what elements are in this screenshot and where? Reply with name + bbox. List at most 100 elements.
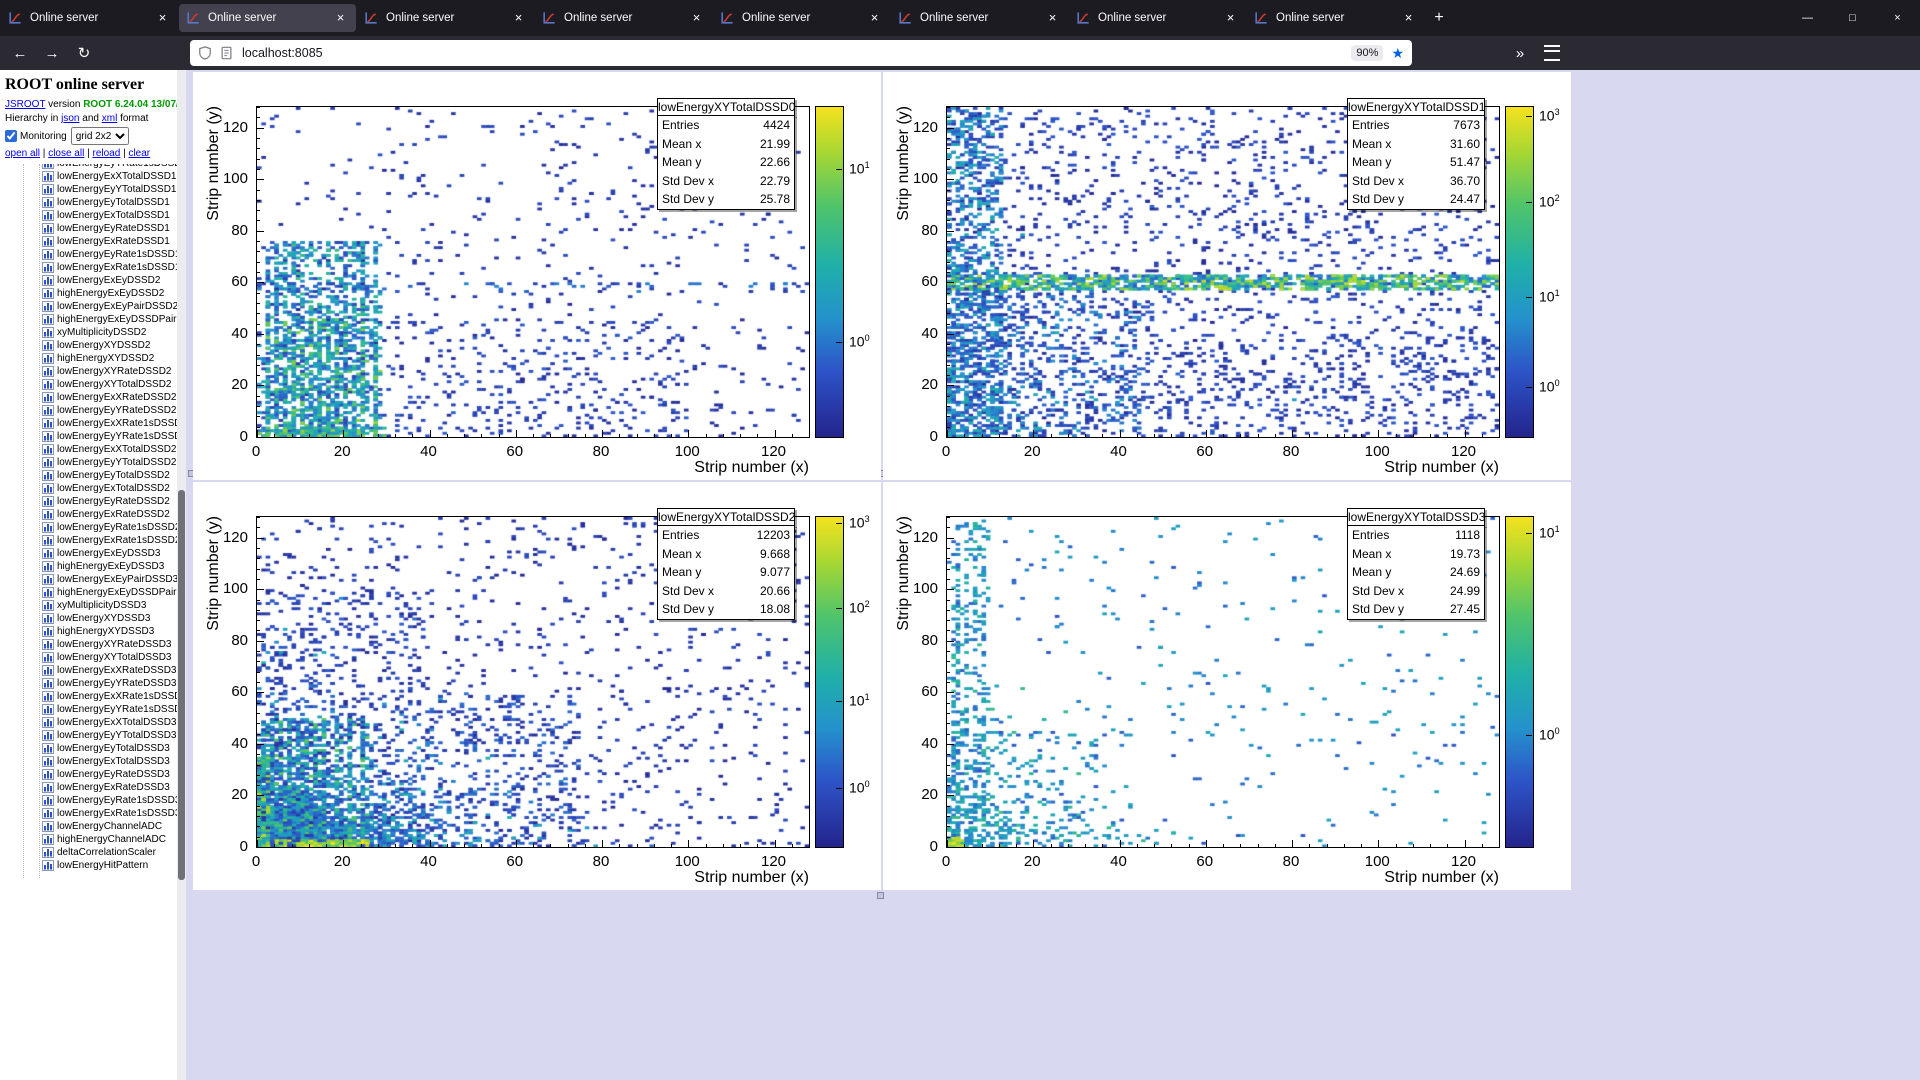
window-maximize-button[interactable]: □ [1830, 0, 1875, 36]
tree-item[interactable]: lowEnergyEyRateDSSD1 [0, 222, 186, 235]
window-minimize-button[interactable]: — [1785, 0, 1830, 36]
tab-close-icon[interactable]: × [154, 10, 171, 27]
tree-item[interactable]: lowEnergyExTotalDSSD2 [0, 482, 186, 495]
reload-button[interactable]: ↻ [70, 40, 98, 66]
tree-item[interactable]: lowEnergyExEyDSSD2 [0, 274, 186, 287]
tab[interactable]: Online server × [535, 4, 712, 32]
tree-item[interactable]: lowEnergyEyYRate1sDSSD3 [0, 703, 186, 716]
histogram-title[interactable]: lowEnergyXYTotalDSSD0 [657, 98, 795, 116]
tree-item[interactable]: lowEnergyXYDSSD3 [0, 612, 186, 625]
tab[interactable]: Online server × [891, 4, 1068, 32]
tree-item[interactable]: lowEnergyEyYRateDSSD2 [0, 404, 186, 417]
palette-colorbar[interactable] [1505, 516, 1534, 848]
tree-item[interactable]: lowEnergyEyRateDSSD2 [0, 495, 186, 508]
app-menu-button[interactable] [1538, 40, 1566, 66]
new-tab-button[interactable]: + [1424, 4, 1454, 32]
tree-item[interactable]: highEnergyExEyDSSDPair2 [0, 313, 186, 326]
tree-item[interactable]: lowEnergyExXRateDSSD3 [0, 664, 186, 677]
tree-item[interactable]: lowEnergyExRate1sDSSD2 [0, 534, 186, 547]
tree-item[interactable]: xyMultiplicityDSSD3 [0, 599, 186, 612]
tree-item[interactable]: lowEnergyEyYRate1sDSSD2 [0, 430, 186, 443]
layout-select[interactable]: grid 2x2 [70, 127, 129, 145]
tree-item[interactable]: highEnergyChannelADC [0, 833, 186, 846]
url-bar[interactable]: localhost:8085 90% ★ [190, 40, 1412, 66]
palette-colorbar[interactable] [815, 516, 844, 848]
tab-close-icon[interactable]: × [1400, 10, 1417, 27]
tree-item[interactable]: highEnergyXYDSSD3 [0, 625, 186, 638]
stats-box[interactable]: Entries 7673 Mean x 31.60 Mean y 51.47 Std Dev… [1347, 115, 1485, 210]
tree-item[interactable]: lowEnergyExXRate1sDSSD2 [0, 417, 186, 430]
tree-item[interactable]: lowEnergyEyTotalDSSD1 [0, 196, 186, 209]
palette-colorbar[interactable] [1505, 106, 1534, 438]
tree-item[interactable]: lowEnergyExEyDSSD3 [0, 547, 186, 560]
zoom-indicator[interactable]: 90% [1351, 45, 1384, 61]
tree-item[interactable]: highEnergyXYDSSD2 [0, 352, 186, 365]
tree-item[interactable]: lowEnergyExEyPairDSSD2 [0, 300, 186, 313]
tree-item[interactable]: lowEnergyExXRate1sDSSD3 [0, 690, 186, 703]
tab-close-icon[interactable]: × [1044, 10, 1061, 27]
tree-item[interactable]: lowEnergyExRateDSSD1 [0, 235, 186, 248]
tree-item[interactable]: lowEnergyChannelADC [0, 820, 186, 833]
tab-close-icon[interactable]: × [866, 10, 883, 27]
shield-icon[interactable] [198, 45, 214, 61]
tree-item[interactable]: lowEnergyEyRate1sDSSD2 [0, 521, 186, 534]
palette-colorbar[interactable] [815, 106, 844, 438]
tree-item[interactable]: lowEnergyEyRate1sDSSD3 [0, 794, 186, 807]
tab-close-icon[interactable]: × [1222, 10, 1239, 27]
tree-item[interactable]: lowEnergyExRateDSSD3 [0, 781, 186, 794]
window-close-button[interactable]: × [1875, 0, 1920, 36]
overflow-menu-button[interactable]: » [1506, 40, 1534, 66]
url-text[interactable]: localhost:8085 [242, 46, 323, 60]
tree-item[interactable]: highEnergyExEyDSSD3 [0, 560, 186, 573]
tree-item[interactable]: deltaCorrelationScaler [0, 846, 186, 859]
sidebar-scrollbar[interactable] [177, 70, 186, 1080]
tab[interactable]: Online server × [179, 4, 356, 32]
tree-item[interactable]: lowEnergyExXTotalDSSD3 [0, 716, 186, 729]
tree-item[interactable]: lowEnergyXYTotalDSSD3 [0, 651, 186, 664]
tree-item[interactable]: lowEnergyExRate1sDSSD3 [0, 807, 186, 820]
tree-item[interactable]: lowEnergyEyYRateDSSD3 [0, 677, 186, 690]
tree-item[interactable]: lowEnergyEyYTotalDSSD3 [0, 729, 186, 742]
tree-item[interactable]: highEnergyExEyDSSD2 [0, 287, 186, 300]
tree-item[interactable]: xyMultiplicityDSSD2 [0, 326, 186, 339]
tree-item[interactable]: lowEnergyExXTotalDSSD2 [0, 443, 186, 456]
xml-link[interactable]: xml [102, 113, 118, 124]
jsroot-link[interactable]: JSROOT [5, 99, 45, 110]
tree-item[interactable]: lowEnergyEyTotalDSSD2 [0, 469, 186, 482]
tab[interactable]: Online server × [713, 4, 890, 32]
tree-item[interactable]: lowEnergyExRate1sDSSD1 [0, 261, 186, 274]
tab[interactable]: Online server × [357, 4, 534, 32]
tree-item[interactable]: lowEnergyExRateDSSD2 [0, 508, 186, 521]
tab-close-icon[interactable]: × [688, 10, 705, 27]
forward-button[interactable]: → [38, 40, 66, 66]
pad-splitter-handle[interactable] [877, 892, 884, 899]
tree-item[interactable]: lowEnergyExTotalDSSD3 [0, 755, 186, 768]
tree-item[interactable]: lowEnergyExXTotalDSSD1 [0, 170, 186, 183]
tab-close-icon[interactable]: × [510, 10, 527, 27]
tree-item[interactable]: lowEnergyXYRateDSSD3 [0, 638, 186, 651]
tree-item[interactable]: lowEnergyExEyPairDSSD3 [0, 573, 186, 586]
tree-item[interactable]: lowEnergyXYTotalDSSD2 [0, 378, 186, 391]
tab[interactable]: Online server × [1, 4, 178, 32]
tree-item[interactable]: lowEnergyExTotalDSSD1 [0, 209, 186, 222]
json-link[interactable]: json [61, 113, 79, 124]
tree-item[interactable]: lowEnergyHitPattern [0, 859, 186, 872]
open-all-link[interactable]: open all [5, 148, 40, 159]
reload-link[interactable]: reload [92, 148, 120, 159]
site-info-icon[interactable] [220, 45, 236, 61]
tree-item[interactable]: lowEnergyEyRateDSSD3 [0, 768, 186, 781]
back-button[interactable]: ← [6, 40, 34, 66]
tree-item[interactable]: lowEnergyEyTotalDSSD3 [0, 742, 186, 755]
tree-item[interactable]: lowEnergyEyYTotalDSSD1 [0, 183, 186, 196]
scrollbar-thumb[interactable] [178, 490, 185, 880]
bookmark-star-icon[interactable]: ★ [1391, 45, 1404, 62]
tree-item[interactable]: lowEnergyXYRateDSSD2 [0, 365, 186, 378]
tree-item[interactable]: lowEnergyExXRateDSSD2 [0, 391, 186, 404]
tab[interactable]: Online server × [1247, 4, 1424, 32]
tree-item[interactable]: lowEnergyXYDSSD2 [0, 339, 186, 352]
stats-box[interactable]: Entries 4424 Mean x 21.99 Mean y 22.66 Std Dev… [657, 115, 795, 210]
tree-item[interactable]: lowEnergyEyYTotalDSSD2 [0, 456, 186, 469]
histogram-title[interactable]: lowEnergyXYTotalDSSD3 [1347, 508, 1485, 526]
histogram-title[interactable]: lowEnergyXYTotalDSSD1 [1347, 98, 1485, 116]
histogram-title[interactable]: lowEnergyXYTotalDSSD2 [657, 508, 795, 526]
